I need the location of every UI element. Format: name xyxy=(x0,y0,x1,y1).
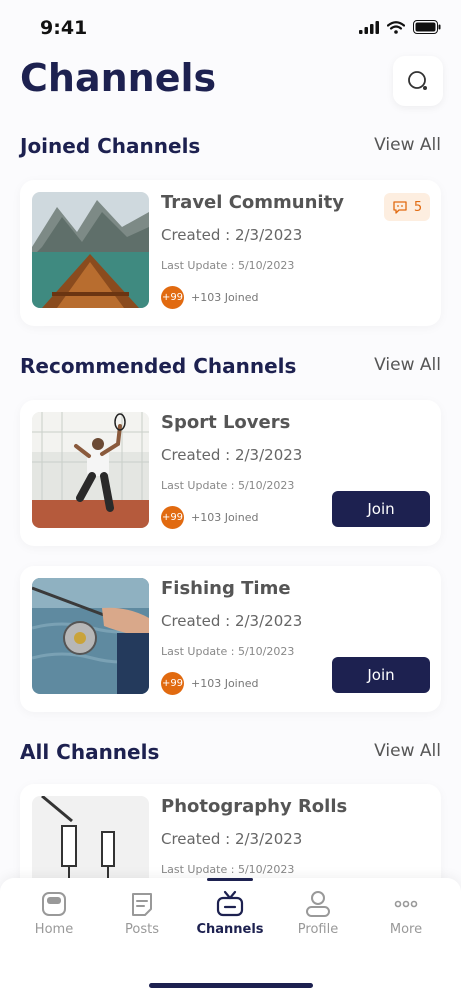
tab-channels[interactable]: Channels xyxy=(184,890,276,937)
view-all-recommended-link[interactable]: View All xyxy=(374,355,441,375)
bottom-tab-bar: Home Posts Channels Profile More xyxy=(0,878,461,1000)
channel-thumbnail-travel xyxy=(32,192,149,308)
page-title: Channels xyxy=(20,56,217,100)
channel-title: Sport Lovers xyxy=(161,412,291,433)
joined-count: +103 Joined xyxy=(191,291,259,304)
channel-title: Photography Rolls xyxy=(161,796,348,817)
joined-section-header: Joined Channels View All xyxy=(20,134,441,164)
channel-card-sport[interactable]: Sport Lovers Created : 2/3/2023 Last Upd… xyxy=(20,400,441,546)
home-indicator xyxy=(149,983,313,988)
tab-label-home: Home xyxy=(34,922,74,937)
home-icon xyxy=(42,892,66,916)
message-count: 5 xyxy=(413,199,423,215)
joined-count: +103 Joined xyxy=(191,677,259,690)
more-icon xyxy=(394,900,418,908)
view-all-joined-link[interactable]: View All xyxy=(374,135,441,155)
tab-label-profile: Profile xyxy=(297,922,339,937)
recommended-section-header: Recommended Channels View All xyxy=(20,354,441,384)
status-icons xyxy=(359,20,441,34)
channel-card-travel[interactable]: Travel Community Created : 2/3/2023 Last… xyxy=(20,180,441,326)
channels-icon xyxy=(216,890,244,917)
channel-card-fishing[interactable]: Fishing Time Created : 2/3/2023 Last Upd… xyxy=(20,566,441,712)
status-time: 9:41 xyxy=(40,17,88,39)
section-title-recommended: Recommended Channels xyxy=(20,354,297,378)
status-bar: 9:41 xyxy=(0,0,461,56)
channel-created-date: Created : 2/3/2023 xyxy=(161,830,303,848)
joined-row: +99 +103 Joined xyxy=(161,506,258,529)
channel-last-update: Last Update : 5/10/2023 xyxy=(161,479,295,492)
tab-profile[interactable]: Profile xyxy=(272,890,364,937)
member-count-badge: +99 xyxy=(161,286,184,309)
channel-title: Fishing Time xyxy=(161,578,291,599)
active-tab-indicator xyxy=(207,878,253,881)
join-button[interactable]: Join xyxy=(332,657,430,693)
tab-label-channels: Channels xyxy=(196,922,264,937)
tab-posts[interactable]: Posts xyxy=(96,890,188,937)
channel-created-date: Created : 2/3/2023 xyxy=(161,612,303,630)
channel-created-date: Created : 2/3/2023 xyxy=(161,226,303,244)
signal-icon xyxy=(359,20,379,34)
tab-label-more: More xyxy=(389,922,423,937)
channel-last-update: Last Update : 5/10/2023 xyxy=(161,645,295,658)
channel-title: Travel Community xyxy=(161,192,344,213)
joined-row: +99 +103 Joined xyxy=(161,672,258,695)
member-count-badge: +99 xyxy=(161,506,184,529)
joined-row: +99 +103 Joined xyxy=(161,286,258,309)
tab-more[interactable]: More xyxy=(360,890,452,937)
battery-icon xyxy=(413,20,441,34)
wifi-icon xyxy=(387,20,405,34)
posts-icon xyxy=(132,893,152,916)
message-count-badge[interactable]: 5 xyxy=(384,193,430,221)
channel-thumbnail-fishing xyxy=(32,578,149,694)
channel-last-update: Last Update : 5/10/2023 xyxy=(161,259,295,272)
channel-last-update: Last Update : 5/10/2023 xyxy=(161,863,295,876)
section-title-all: All Channels xyxy=(20,740,160,764)
all-section-header: All Channels View All xyxy=(20,740,441,770)
member-count-badge: +99 xyxy=(161,672,184,695)
joined-count: +103 Joined xyxy=(191,511,259,524)
tab-label-posts: Posts xyxy=(125,922,159,937)
view-all-all-link[interactable]: View All xyxy=(374,741,441,761)
section-title-joined: Joined Channels xyxy=(20,134,201,158)
join-button[interactable]: Join xyxy=(332,491,430,527)
tab-home[interactable]: Home xyxy=(8,890,100,937)
search-button[interactable] xyxy=(393,56,443,106)
channel-thumbnail-sport xyxy=(32,412,149,528)
channel-created-date: Created : 2/3/2023 xyxy=(161,446,303,464)
search-icon xyxy=(408,71,427,90)
profile-icon xyxy=(306,891,330,917)
chat-icon xyxy=(393,201,407,214)
